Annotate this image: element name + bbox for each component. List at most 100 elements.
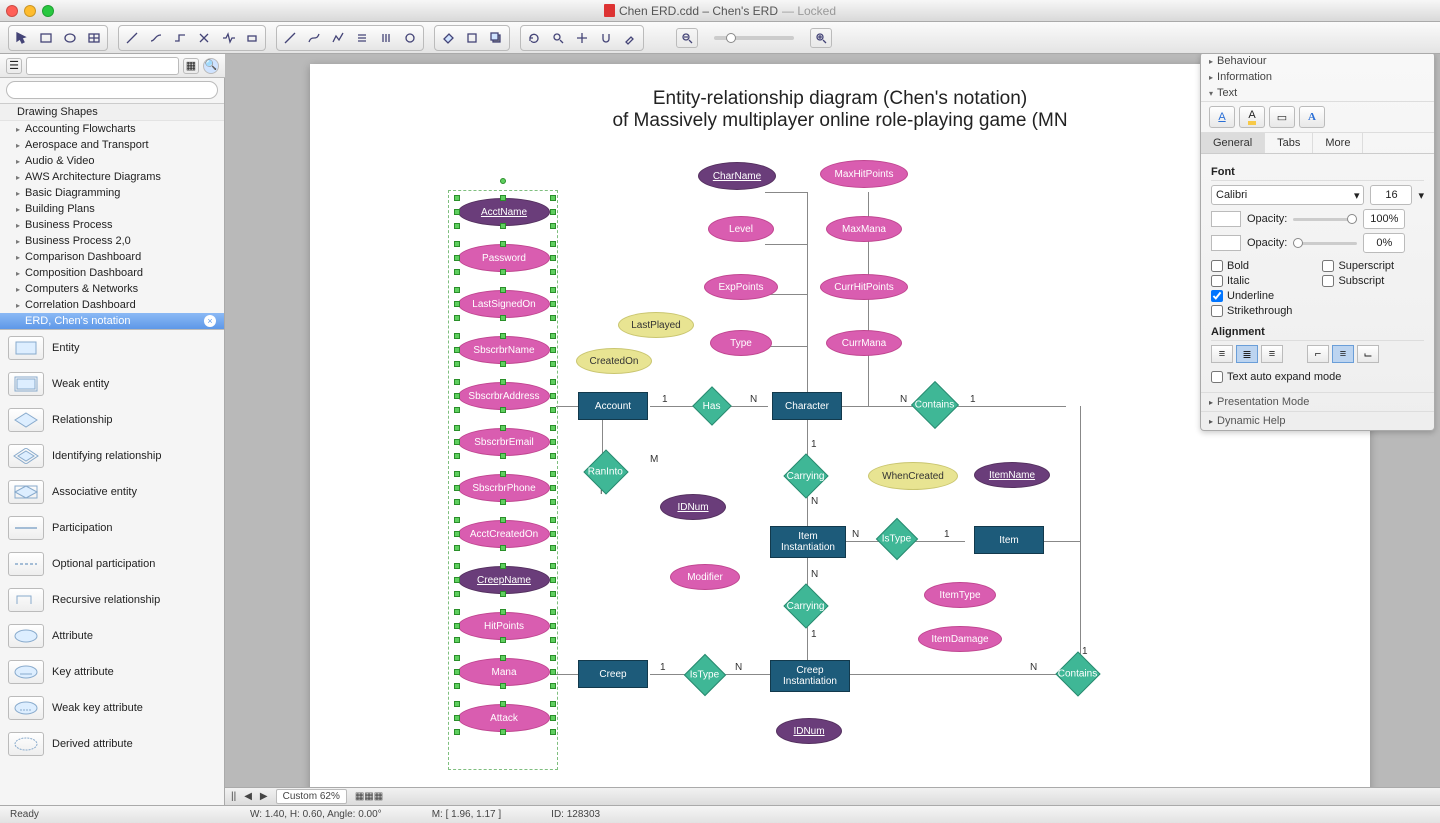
selection-handle[interactable] [454, 715, 460, 721]
shape-attribute[interactable]: Attribute [0, 618, 224, 654]
library-grid-icon[interactable]: ▦ [183, 58, 199, 74]
attr-idnum[interactable]: IDNum [660, 494, 726, 520]
selection-handle[interactable] [550, 361, 556, 367]
selected-attr[interactable]: Attack [458, 704, 550, 732]
snap-icon[interactable] [595, 28, 617, 48]
library-search-icon[interactable]: 🔍 [203, 58, 219, 74]
zoom-out-icon[interactable] [676, 28, 698, 48]
rel-istype2[interactable]: IsType [684, 654, 726, 696]
zoom-in-icon[interactable] [810, 28, 832, 48]
selection-handle[interactable] [454, 531, 460, 537]
panel-section-text[interactable]: Text [1201, 85, 1434, 101]
tab-tabs[interactable]: Tabs [1265, 133, 1313, 153]
selection-handle[interactable] [454, 655, 460, 661]
selection-handle[interactable] [454, 347, 460, 353]
selection-handle[interactable] [454, 195, 460, 201]
library-item[interactable]: Aerospace and Transport [0, 137, 224, 153]
entity-account[interactable]: Account [578, 392, 648, 420]
shape-search-input[interactable] [6, 81, 218, 99]
rect-tool-icon[interactable] [35, 28, 57, 48]
selection-handle[interactable] [550, 485, 556, 491]
selection-handle[interactable] [454, 471, 460, 477]
selection-handle[interactable] [454, 499, 460, 505]
selection-handle[interactable] [500, 269, 506, 275]
selection-handle[interactable] [454, 453, 460, 459]
selection-handle[interactable] [500, 379, 506, 385]
underline-style-icon[interactable]: A [1209, 106, 1235, 128]
selection-handle[interactable] [550, 195, 556, 201]
attr-itemtype[interactable]: ItemType [924, 582, 996, 608]
nav-next-icon[interactable]: ▶ [260, 791, 268, 802]
shape-optional-participation[interactable]: Optional participation [0, 546, 224, 582]
attr-level[interactable]: Level [708, 216, 774, 242]
library-item[interactable]: Business Process [0, 217, 224, 233]
library-item[interactable]: Audio & Video [0, 153, 224, 169]
selection-handle[interactable] [454, 729, 460, 735]
selection-handle[interactable] [550, 637, 556, 643]
attr-whencreated[interactable]: WhenCreated [868, 462, 958, 490]
selection-handle[interactable] [550, 209, 556, 215]
eyedropper-icon[interactable] [619, 28, 641, 48]
connector4-tool-icon[interactable] [193, 28, 215, 48]
selection-handle[interactable] [454, 701, 460, 707]
selection-handle[interactable] [550, 347, 556, 353]
opacity-value-2[interactable]: 0% [1363, 233, 1405, 253]
valign-bottom-icon[interactable]: ⌙ [1357, 345, 1379, 363]
font-style-icon[interactable]: A [1299, 106, 1325, 128]
rel-contains2[interactable]: Contains [1055, 651, 1100, 696]
panel-section-presentation[interactable]: Presentation Mode [1201, 392, 1434, 411]
selection-handle[interactable] [454, 223, 460, 229]
page-tabs-icon[interactable]: ▦▦▦ [355, 791, 383, 802]
rel-contains[interactable]: Contains [911, 381, 959, 429]
valign-top-icon[interactable]: ⌐ [1307, 345, 1329, 363]
library-item-active[interactable]: ERD, Chen's notation× [0, 313, 224, 329]
selection-handle[interactable] [550, 623, 556, 629]
rel-carrying[interactable]: Carrying [783, 453, 828, 498]
shape-participation[interactable]: Participation [0, 510, 224, 546]
attr-currhitpoints[interactable]: CurrHitPoints [820, 274, 908, 300]
selection-handle[interactable] [550, 379, 556, 385]
chk-bold[interactable]: Bold [1211, 260, 1292, 272]
selection-handle[interactable] [500, 609, 506, 615]
shadow-icon[interactable] [485, 28, 507, 48]
selected-attr[interactable]: Password [458, 244, 550, 272]
selection-handle[interactable] [454, 379, 460, 385]
attr-maxmana[interactable]: MaxMana [826, 216, 902, 242]
rel-raninto[interactable]: RanInto [583, 449, 628, 494]
chk-underline[interactable]: Underline [1211, 290, 1292, 302]
library-item[interactable]: Correlation Dashboard [0, 297, 224, 313]
selection-handle[interactable] [550, 393, 556, 399]
nav-prev-icon[interactable]: ◀ [244, 791, 252, 802]
selection-handle[interactable] [454, 623, 460, 629]
attr-type[interactable]: Type [710, 330, 772, 356]
selection-handle[interactable] [454, 683, 460, 689]
selection-handle[interactable] [500, 637, 506, 643]
shape-key-attribute[interactable]: Key attribute [0, 654, 224, 690]
selection-handle[interactable] [454, 517, 460, 523]
chk-subscript[interactable]: Subscript [1322, 275, 1394, 287]
selection-handle[interactable] [550, 425, 556, 431]
zoom-icon[interactable] [547, 28, 569, 48]
selection-handle[interactable] [454, 637, 460, 643]
selection-handle[interactable] [550, 287, 556, 293]
nav-first-icon[interactable]: || [231, 791, 236, 802]
selection-handle[interactable] [550, 563, 556, 569]
selection-handle[interactable] [454, 609, 460, 615]
selection-handle[interactable] [500, 655, 506, 661]
fill-icon[interactable] [437, 28, 459, 48]
connector6-tool-icon[interactable] [241, 28, 263, 48]
panel-section-information[interactable]: Information [1201, 69, 1434, 85]
chk-autoexpand[interactable]: Text auto expand mode [1211, 371, 1424, 383]
library-item[interactable]: Basic Diagramming [0, 185, 224, 201]
selection-handle[interactable] [550, 499, 556, 505]
rotate-handle[interactable] [500, 178, 506, 184]
library-item[interactable]: Comparison Dashboard [0, 249, 224, 265]
line4-icon[interactable] [351, 28, 373, 48]
selected-attr[interactable]: SbscrbrPhone [458, 474, 550, 502]
entity-character[interactable]: Character [772, 392, 842, 420]
attr-charname[interactable]: CharName [698, 162, 776, 190]
shape-relationship[interactable]: Relationship [0, 402, 224, 438]
selection-handle[interactable] [500, 315, 506, 321]
selection-handle[interactable] [454, 439, 460, 445]
selection-handle[interactable] [454, 301, 460, 307]
